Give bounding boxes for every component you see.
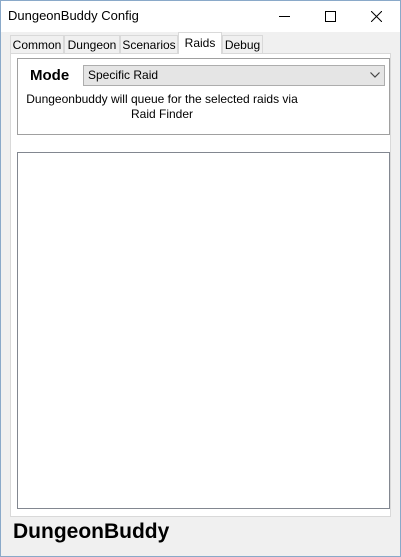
tab-raids[interactable]: Raids [178, 32, 222, 54]
window-title: DungeonBuddy Config [8, 8, 139, 23]
mode-selected-value: Specific Raid [88, 68, 159, 82]
tab-debug[interactable]: Debug [222, 35, 263, 54]
maximize-button[interactable] [308, 1, 354, 32]
minimize-button[interactable] [262, 1, 308, 32]
mode-dropdown[interactable]: Specific Raid [83, 65, 385, 86]
tab-common[interactable]: Common [10, 35, 64, 54]
tab-scenarios[interactable]: Scenarios [120, 35, 178, 54]
mode-description: Dungeonbuddy will queue for the selected… [26, 92, 298, 121]
mode-label: Mode [30, 67, 70, 84]
tab-dungeon[interactable]: Dungeon [64, 35, 120, 54]
config-window: DungeonBuddy Config Common Dungeon Scena… [0, 0, 401, 557]
dungeonbuddy-logo: DungeonBuddy [13, 520, 170, 543]
mode-group: Mode Specific Raid Dungeonbuddy will que… [17, 58, 390, 135]
raids-tab-panel: Mode Specific Raid Dungeonbuddy will que… [10, 53, 391, 517]
maximize-icon [325, 11, 336, 22]
title-bar[interactable]: DungeonBuddy Config [1, 1, 400, 32]
minimize-icon [279, 16, 290, 17]
raid-selection-list[interactable] [17, 152, 390, 509]
chevron-down-icon [370, 72, 380, 78]
close-icon [371, 11, 382, 22]
close-button[interactable] [354, 1, 400, 32]
